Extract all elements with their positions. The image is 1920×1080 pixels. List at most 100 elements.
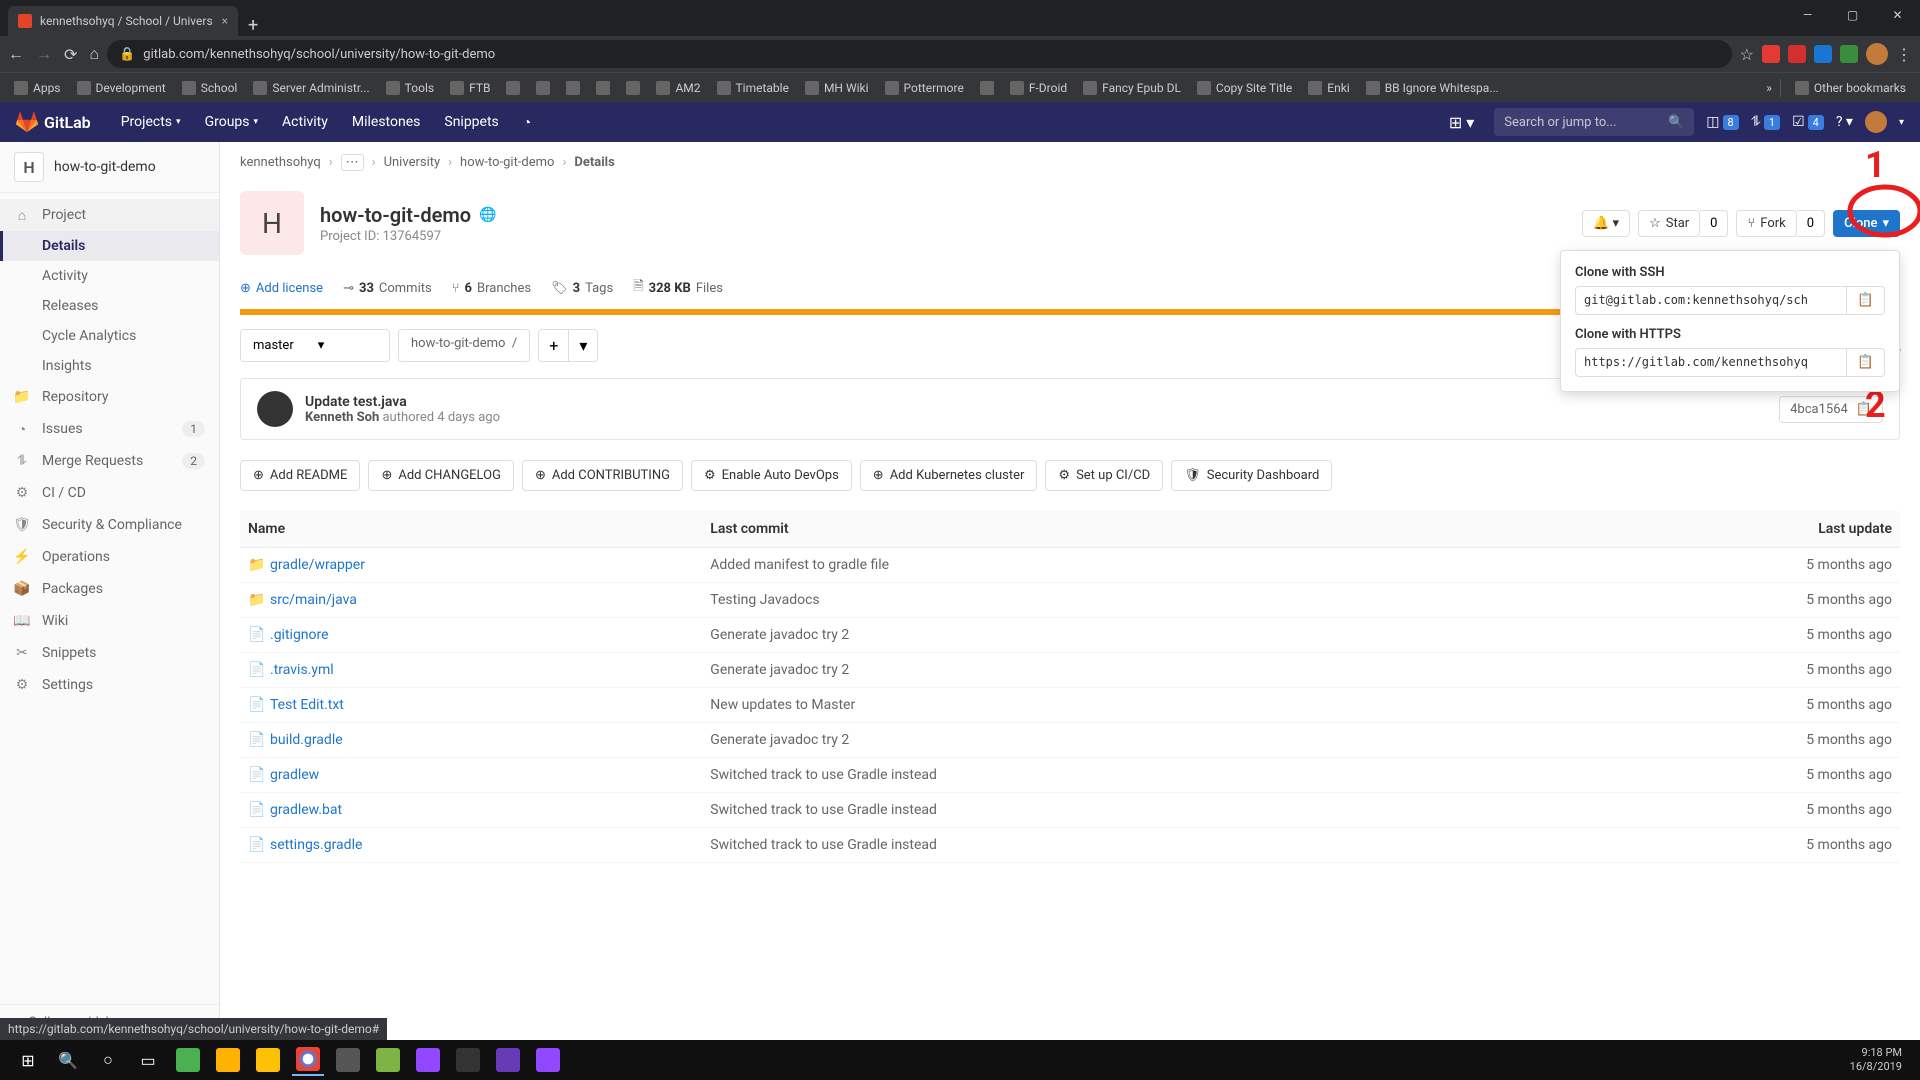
ext-icon[interactable] xyxy=(1762,45,1780,63)
nav-groups[interactable]: Groups ▾ xyxy=(195,108,268,137)
file-link[interactable]: 📁src/main/java xyxy=(248,592,694,608)
nav-help[interactable]: ◔ xyxy=(513,108,541,137)
tags-stat[interactable]: 🏷 3 Tags xyxy=(551,277,613,299)
taskbar-app[interactable] xyxy=(252,1044,284,1076)
start-button[interactable]: ⊞ xyxy=(12,1044,44,1076)
bookmark-item[interactable]: AM2 xyxy=(650,79,706,97)
bookmark-item[interactable] xyxy=(974,79,1000,97)
action-enable-auto-devops[interactable]: ⚙ Enable Auto DevOps xyxy=(691,460,852,491)
file-link[interactable]: 📁gradle/wrapper xyxy=(248,557,694,573)
browser-tab[interactable]: kennethsohyq / School / Univers × xyxy=(8,6,238,36)
close-tab-icon[interactable]: × xyxy=(222,14,228,28)
copy-https-button[interactable]: 📋 xyxy=(1847,348,1885,377)
close-window-button[interactable]: ✕ xyxy=(1875,0,1920,30)
action-set-up-ci-cd[interactable]: ⚙ Set up CI/CD xyxy=(1045,460,1163,491)
search-input[interactable]: Search or jump to... 🔍 xyxy=(1494,108,1694,136)
create-new-dropdown[interactable]: +▾ xyxy=(538,329,598,362)
action-add-contributing[interactable]: ⊕ Add CONTRIBUTING xyxy=(522,460,683,491)
sidebar-sub-activity[interactable]: Activity xyxy=(0,261,219,291)
action-add-kubernetes-cluster[interactable]: ⊕ Add Kubernetes cluster xyxy=(860,460,1038,491)
sidebar-project-header[interactable]: H how-to-git-demo xyxy=(0,142,219,193)
file-link[interactable]: 📄Test Edit.txt xyxy=(248,697,694,713)
path-breadcrumb[interactable]: how-to-git-demo / xyxy=(398,329,530,362)
clone-button[interactable]: Clone ▾ xyxy=(1833,210,1900,237)
forward-button[interactable]: → xyxy=(36,44,52,64)
back-button[interactable]: ← xyxy=(8,44,24,64)
bookmark-item[interactable]: Fancy Epub DL xyxy=(1077,79,1187,97)
commit-message[interactable]: Testing Javadocs xyxy=(702,583,1546,618)
bookmark-item[interactable]: Timetable xyxy=(711,79,795,97)
sidebar-sub-cycle-analytics[interactable]: Cycle Analytics xyxy=(0,321,219,351)
file-link[interactable]: 📄.gitignore xyxy=(248,627,694,643)
bookmark-item[interactable]: MH Wiki xyxy=(799,79,875,97)
commits-stat[interactable]: ⊸ 33 Commits xyxy=(343,277,432,299)
address-bar[interactable]: 🔒 gitlab.com/kennethsohyq/school/univers… xyxy=(107,40,1732,68)
bookmark-item[interactable] xyxy=(590,79,616,97)
file-link[interactable]: 📄.travis.yml xyxy=(248,662,694,678)
sidebar-item-issues[interactable]: ◔Issues1 xyxy=(0,413,219,445)
sidebar-sub-releases[interactable]: Releases xyxy=(0,291,219,321)
clone-ssh-input[interactable] xyxy=(1575,286,1847,315)
sidebar-item-merge-requests[interactable]: ⥮Merge Requests2 xyxy=(0,445,219,477)
taskbar-app[interactable] xyxy=(172,1044,204,1076)
file-link[interactable]: 📄gradlew xyxy=(248,767,694,783)
nav-projects[interactable]: Projects ▾ xyxy=(111,108,191,137)
star-icon[interactable]: ☆ xyxy=(1740,45,1754,64)
taskbar-chrome[interactable] xyxy=(292,1044,324,1076)
new-tab-button[interactable]: + xyxy=(238,15,268,36)
breadcrumb-item[interactable]: ⋯ xyxy=(341,154,364,171)
commit-sha[interactable]: 4bca1564 📋 xyxy=(1779,396,1883,423)
bookmark-item[interactable]: Server Administr... xyxy=(247,79,375,97)
commit-title[interactable]: Update test.java xyxy=(305,394,1767,410)
maximize-button[interactable]: ▢ xyxy=(1830,0,1875,30)
bookmark-item[interactable] xyxy=(560,79,586,97)
sidebar-item-packages[interactable]: 📦Packages xyxy=(0,573,219,605)
sidebar-item-ci-cd[interactable]: ⚙CI / CD xyxy=(0,477,219,509)
taskbar-app[interactable] xyxy=(212,1044,244,1076)
bookmark-item[interactable]: FTB xyxy=(444,79,496,97)
bookmark-item[interactable]: Apps xyxy=(8,79,67,97)
nav-activity[interactable]: Activity xyxy=(272,108,338,137)
menu-icon[interactable]: ⋮ xyxy=(1896,45,1912,64)
taskbar-app[interactable] xyxy=(492,1044,524,1076)
file-link[interactable]: 📄build.gradle xyxy=(248,732,694,748)
action-add-changelog[interactable]: ⊕ Add CHANGELOG xyxy=(368,460,514,491)
nav-milestones[interactable]: Milestones xyxy=(342,108,431,137)
commit-message[interactable]: Generate javadoc try 2 xyxy=(702,653,1546,688)
breadcrumb-item[interactable]: how-to-git-demo xyxy=(460,155,554,170)
action-security-dashboard[interactable]: 🛡 Security Dashboard xyxy=(1171,460,1332,491)
mr-link[interactable]: ⥮1 xyxy=(1751,114,1780,130)
commit-message[interactable]: Generate javadoc try 2 xyxy=(702,723,1546,758)
commit-message[interactable]: New updates to Master xyxy=(702,688,1546,723)
star-button[interactable]: ☆ Star xyxy=(1638,210,1700,237)
system-tray[interactable]: 9:18 PM 16/8/2019 xyxy=(1850,1046,1912,1075)
copy-ssh-button[interactable]: 📋 xyxy=(1847,286,1885,315)
taskbar-app[interactable] xyxy=(332,1044,364,1076)
clone-https-input[interactable] xyxy=(1575,348,1847,377)
commit-message[interactable]: Added manifest to gradle file xyxy=(702,548,1546,583)
branches-stat[interactable]: ⑂ 6 Branches xyxy=(452,277,531,299)
sidebar-sub-details[interactable]: Details xyxy=(0,231,219,261)
ext-icon[interactable] xyxy=(1840,45,1858,63)
task-view[interactable]: ▭ xyxy=(132,1044,164,1076)
fork-button[interactable]: ⑂ Fork xyxy=(1736,210,1796,237)
file-link[interactable]: 📄settings.gradle xyxy=(248,837,694,853)
branch-selector[interactable]: master▾ xyxy=(240,329,390,362)
breadcrumb-item[interactable]: University xyxy=(384,155,441,170)
bookmark-item[interactable]: Tools xyxy=(380,79,440,97)
sidebar-item-security-compliance[interactable]: 🛡Security & Compliance xyxy=(0,509,219,541)
ext-icon[interactable] xyxy=(1788,45,1806,63)
bookmark-item[interactable]: School xyxy=(176,79,244,97)
sidebar-sub-insights[interactable]: Insights xyxy=(0,351,219,381)
bookmark-item[interactable]: Development xyxy=(71,79,172,97)
commit-message[interactable]: Switched track to use Gradle instead xyxy=(702,793,1546,828)
bookmark-item[interactable]: Copy Site Title xyxy=(1191,79,1298,97)
notification-dropdown[interactable]: 🔔 ▾ xyxy=(1582,210,1630,237)
bookmark-item[interactable]: F-Droid xyxy=(1004,79,1073,97)
other-bookmarks[interactable]: Other bookmarks xyxy=(1789,79,1912,97)
minimize-button[interactable]: — xyxy=(1785,0,1830,30)
sidebar-item-project[interactable]: ⌂Project xyxy=(0,199,219,231)
bookmark-item[interactable] xyxy=(530,79,556,97)
more-bookmarks[interactable]: » xyxy=(1766,81,1772,95)
sidebar-item-repository[interactable]: 📁Repository xyxy=(0,381,219,413)
